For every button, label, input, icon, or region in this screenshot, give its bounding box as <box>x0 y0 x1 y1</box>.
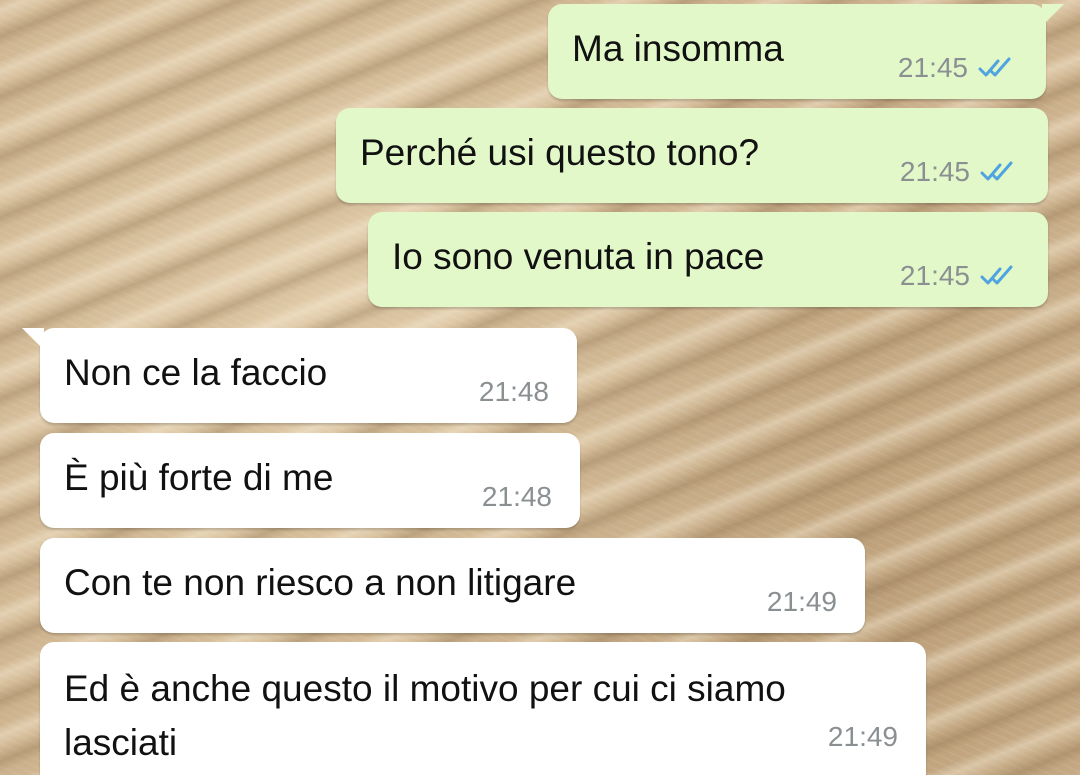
bubble-tail <box>1042 4 1064 26</box>
message-time: 21:45 <box>897 52 968 83</box>
double-check-icon <box>978 57 1011 77</box>
message-bubble-incoming[interactable]: Ed è anche questo il motivo per cui ci s… <box>40 642 926 775</box>
message-text: Ma insomma <box>572 28 784 69</box>
message-bubble-incoming[interactable]: È più forte di me 21:48 <box>40 433 580 528</box>
message-bubble-incoming[interactable]: Non ce la faccio 21:48 <box>22 328 577 423</box>
message-time: 21:48 <box>478 376 549 407</box>
message-meta: 21:49 <box>767 587 837 617</box>
message-text: Ed è anche questo il motivo per cui ci s… <box>64 668 786 763</box>
message-bubble-outgoing[interactable]: Io sono venuta in pace 21:45 <box>368 212 1048 307</box>
message-text: È più forte di me <box>64 457 334 498</box>
message-time: 21:49 <box>766 586 837 617</box>
message-time: 21:45 <box>899 156 970 187</box>
message-meta: 21:45 <box>900 157 1020 187</box>
message-bubble-incoming[interactable]: Con te non riesco a non litigare 21:49 <box>40 538 865 633</box>
message-time: 21:45 <box>899 260 970 291</box>
double-check-icon <box>980 161 1013 181</box>
message-meta: 21:49 <box>828 722 898 752</box>
message-bubble-outgoing[interactable]: Perché usi questo tono? 21:45 <box>336 108 1048 203</box>
message-text: Con te non riesco a non litigare <box>64 562 577 603</box>
bubble-tail <box>22 328 44 350</box>
message-text: Perché usi questo tono? <box>360 132 760 173</box>
message-meta: 21:45 <box>898 53 1018 83</box>
message-time: 21:49 <box>827 721 898 752</box>
message-time: 21:48 <box>481 481 552 512</box>
message-text: Non ce la faccio <box>64 352 328 393</box>
double-check-icon <box>980 265 1013 285</box>
message-meta: 21:45 <box>900 261 1020 291</box>
message-bubble-outgoing[interactable]: Ma insomma 21:45 <box>548 4 1064 99</box>
message-text: Io sono venuta in pace <box>392 236 765 277</box>
message-meta: 21:48 <box>479 377 549 407</box>
message-meta: 21:48 <box>482 482 552 512</box>
